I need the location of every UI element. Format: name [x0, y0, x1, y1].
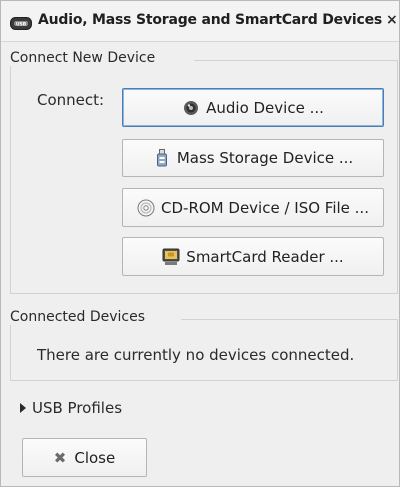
usb-profiles-expander[interactable]: USB Profiles [20, 399, 122, 417]
usb-devices-dialog: USB Audio, Mass Storage and SmartCard De… [0, 0, 400, 487]
svg-text:USB: USB [16, 22, 27, 28]
smartcard-reader-button[interactable]: SmartCard Reader ... [122, 237, 384, 276]
speaker-icon [182, 99, 200, 117]
audio-device-label: Audio Device ... [206, 98, 324, 117]
smartcard-label: SmartCard Reader ... [186, 247, 344, 266]
close-button[interactable]: ✖ Close [22, 438, 147, 477]
title-bar: USB Audio, Mass Storage and SmartCard De… [1, 1, 399, 42]
connect-group-title: Connect New Device [10, 50, 160, 66]
usb-profiles-label: USB Profiles [32, 399, 123, 417]
mass-storage-label: Mass Storage Device ... [176, 149, 354, 167]
no-devices-message: There are currently no devices connected… [37, 346, 355, 364]
mass-storage-device-button[interactable]: Mass Storage Device ... [122, 139, 384, 177]
smartcard-reader-icon [162, 248, 180, 266]
close-icon[interactable]: × [386, 12, 400, 28]
close-button-label: Close [74, 448, 116, 467]
window-title: Audio, Mass Storage and SmartCard Device… [38, 12, 383, 28]
expand-arrow-icon [20, 403, 26, 413]
cd-icon [137, 199, 155, 217]
cdrom-label: CD-ROM Device / ISO File ... [161, 198, 369, 217]
connected-group-title: Connected Devices [10, 309, 150, 325]
audio-device-button[interactable]: Audio Device ... [122, 88, 384, 127]
cdrom-iso-button[interactable]: CD-ROM Device / ISO File ... [122, 188, 384, 227]
usb-drive-icon [153, 149, 171, 167]
connect-label: Connect: [37, 91, 105, 109]
close-x-icon: ✖ [53, 448, 67, 467]
usb-icon: USB [10, 15, 32, 30]
